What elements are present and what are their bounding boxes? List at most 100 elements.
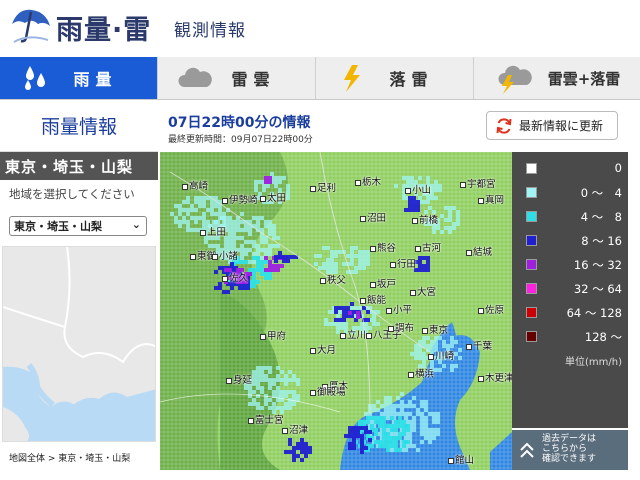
refresh-button[interactable]: 最新情報に更新 bbox=[486, 111, 618, 140]
legend-label: 128 ～ bbox=[584, 330, 622, 344]
place-label: 甲府 bbox=[260, 328, 286, 342]
legend-swatch bbox=[526, 331, 537, 342]
rain-drops-icon bbox=[25, 66, 45, 90]
legend-label: 8 ～ 16 bbox=[581, 234, 622, 248]
past-data-line2: こちらから bbox=[542, 444, 588, 454]
tab-label: 雷雲+落雷 bbox=[547, 69, 621, 88]
legend-row: 0 bbox=[512, 158, 628, 180]
place-label: 立川 bbox=[340, 327, 366, 341]
place-label: 佐久 bbox=[222, 270, 248, 284]
refresh-icon bbox=[496, 117, 512, 134]
place-label: 佐原 bbox=[478, 302, 504, 316]
place-label: 小諸 bbox=[212, 248, 238, 262]
region-prompt: 地域を選択してください bbox=[9, 187, 135, 201]
app-title: 雨量·雷 bbox=[56, 15, 152, 46]
place-label: 木更津 bbox=[478, 370, 512, 384]
place-label: 前橋 bbox=[412, 212, 438, 226]
place-label: 小山 bbox=[405, 182, 431, 196]
place-label: 沼田 bbox=[360, 210, 386, 224]
tab-lightning[interactable]: 落雷 bbox=[316, 57, 474, 99]
place-label: 上田 bbox=[200, 224, 226, 238]
place-label: 古河 bbox=[415, 240, 441, 254]
legend-row: 8 ～ 16 bbox=[512, 230, 628, 252]
header: 雨量·雷 観測情報 bbox=[0, 0, 640, 50]
place-label: 東京 bbox=[422, 322, 448, 336]
place-label: 館山 bbox=[448, 452, 474, 466]
place-label: 高崎 bbox=[182, 178, 208, 192]
place-label: 行田 bbox=[390, 256, 416, 270]
legend-row: 0 ～ 4 bbox=[512, 182, 628, 204]
legend-unit: 単位(mm/h) bbox=[565, 357, 622, 368]
legend-swatch bbox=[526, 235, 537, 246]
place-label: 御殿場 bbox=[310, 384, 346, 398]
main-tabs: 雨量 雷雲 落雷 雷雲+落雷 bbox=[0, 57, 640, 100]
place-label: 沼津 bbox=[282, 422, 308, 436]
rainfall-radar-map[interactable]: 高崎 伊勢崎 太田 足利 栃木 小山 宇都宮 真岡 上田 東御 小諸 佐久 沼田 前橋 熊谷 行田 古河 結城 大宮… bbox=[160, 152, 512, 470]
place-label: 調布 bbox=[388, 320, 414, 334]
legend-label: 0 bbox=[614, 161, 622, 175]
place-label: 大月 bbox=[310, 342, 336, 356]
place-label: 太田 bbox=[260, 190, 286, 204]
place-label: 富士宮 bbox=[248, 412, 284, 426]
tab-label: 雷雲 bbox=[231, 70, 276, 89]
region-heading: 東京・埼玉・山梨 bbox=[0, 152, 158, 180]
place-labels: 高崎 伊勢崎 太田 足利 栃木 小山 宇都宮 真岡 上田 東御 小諸 佐久 沼田 前橋 熊谷 行田 古河 結城 大宮… bbox=[160, 152, 512, 470]
legend-swatch bbox=[526, 307, 537, 318]
region-select[interactable]: 東京・埼玉・山梨 ⌄ bbox=[9, 216, 147, 236]
tab-cloud-lightning[interactable]: 雷雲+落雷 bbox=[474, 57, 640, 99]
legend-row: 64 ～ 128 bbox=[512, 302, 628, 324]
legend-swatch bbox=[526, 163, 537, 174]
legend-row: 128 ～ bbox=[512, 326, 628, 348]
legend-label: 64 ～ 128 bbox=[566, 306, 622, 320]
place-label: 千葉 bbox=[466, 338, 492, 352]
place-label: 伊勢崎 bbox=[222, 192, 258, 206]
place-label: 川崎 bbox=[428, 348, 454, 362]
breadcrumb[interactable]: 地図全体 > 東京・埼玉・山梨 bbox=[9, 451, 130, 464]
rainfall-legend: 単位(mm/h) 0 0 ～ 4 4 ～ 8 8 ～ 16 16 ～ 32 32 ～ 64… bbox=[512, 152, 628, 428]
region-select-value: 東京・埼玉・山梨 bbox=[14, 220, 102, 233]
legend-label: 0 ～ 4 bbox=[580, 186, 622, 200]
tab-label: 落雷 bbox=[389, 70, 434, 89]
legend-row: 4 ～ 8 bbox=[512, 206, 628, 228]
place-label: 真岡 bbox=[478, 192, 504, 206]
double-chevron-up-icon bbox=[520, 442, 534, 458]
place-label: 足利 bbox=[310, 180, 336, 194]
observation-title: 07日22時00分の情報 bbox=[168, 115, 311, 131]
tab-label: 雨量 bbox=[73, 70, 118, 89]
place-label: 結城 bbox=[466, 244, 492, 258]
legend-swatch bbox=[526, 187, 537, 198]
app-subtitle: 観測情報 bbox=[174, 21, 246, 41]
place-label: 小平 bbox=[386, 302, 412, 316]
tab-rainfall[interactable]: 雨量 bbox=[0, 57, 158, 99]
cloud-icon bbox=[178, 67, 212, 87]
legend-label: 4 ～ 8 bbox=[580, 210, 622, 224]
place-label: 横浜 bbox=[408, 366, 434, 380]
lightning-icon bbox=[344, 65, 360, 92]
past-data-link[interactable]: 過去データは こちらから 確認できます bbox=[512, 430, 628, 470]
sidebar: 雨量情報 東京・埼玉・山梨 地域を選択してください 東京・埼玉・山梨 ⌄ 地図全… bbox=[0, 100, 158, 480]
refresh-label: 最新情報に更新 bbox=[519, 119, 604, 133]
cloud-lightning-icon bbox=[498, 65, 532, 94]
place-label: 秩父 bbox=[320, 272, 346, 286]
last-updated: 最終更新時間：09月07日22時00分 bbox=[168, 135, 313, 145]
past-data-line1: 過去データは bbox=[542, 434, 597, 444]
sidebar-title: 雨量情報 bbox=[0, 100, 158, 152]
legend-label: 32 ～ 64 bbox=[573, 282, 622, 296]
tab-thundercloud[interactable]: 雷雲 bbox=[158, 57, 316, 99]
legend-row: 16 ～ 32 bbox=[512, 254, 628, 276]
place-label: 熊谷 bbox=[370, 240, 396, 254]
place-label: 飯能 bbox=[360, 292, 386, 306]
chevron-down-icon: ⌄ bbox=[131, 218, 141, 231]
place-label: 坂戸 bbox=[370, 276, 396, 290]
region-mini-map[interactable] bbox=[2, 246, 156, 442]
legend-label: 16 ～ 32 bbox=[573, 258, 622, 272]
legend-swatch bbox=[526, 211, 537, 222]
place-label: 栃木 bbox=[355, 174, 381, 188]
place-label: 宇都宮 bbox=[460, 176, 496, 190]
umbrella-icon bbox=[12, 9, 50, 43]
legend-row: 32 ～ 64 bbox=[512, 278, 628, 300]
past-data-line3: 確認できます bbox=[542, 454, 597, 464]
place-label: 身延 bbox=[226, 372, 252, 386]
place-label: 大宮 bbox=[410, 284, 436, 298]
legend-swatch bbox=[526, 283, 537, 294]
